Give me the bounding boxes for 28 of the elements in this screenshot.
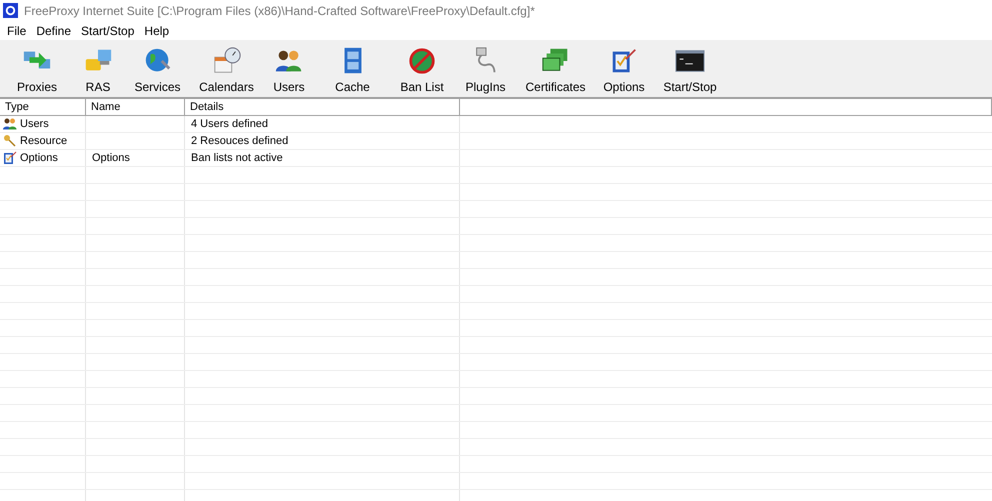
- table-cell: Options: [92, 152, 130, 164]
- key-icon: [2, 133, 18, 149]
- table-cell: Ban lists not active: [191, 152, 283, 164]
- toolbar-button[interactable]: PlugIns: [453, 42, 518, 97]
- toolbar-button[interactable]: Start/Stop: [655, 42, 725, 97]
- menu-item[interactable]: Define: [32, 24, 78, 38]
- toolbar-button[interactable]: Cache: [314, 42, 391, 97]
- clipboard-check-icon: [2, 150, 18, 166]
- toolbar-button[interactable]: Services: [126, 42, 189, 97]
- toolbar-button[interactable]: Certificates: [518, 42, 593, 97]
- toolbar-button[interactable]: Proxies: [4, 42, 70, 97]
- window-title: FreeProxy Internet Suite [C:\Program Files (x86)\Hand-Crafted Software\FreeProxy\Default.cfg]*: [24, 4, 535, 18]
- table-cell: Resource: [20, 135, 68, 147]
- toolbar-button[interactable]: Users: [264, 42, 314, 97]
- menu-item[interactable]: Help: [140, 24, 176, 38]
- table-cell: Options: [20, 152, 58, 164]
- menu-item[interactable]: Start/Stop: [77, 24, 140, 38]
- table-cell: Users: [20, 118, 49, 130]
- toolbar-button[interactable]: Options: [593, 42, 655, 97]
- globe-ban-icon: [407, 46, 437, 76]
- table-cell: 2 Resouces defined: [191, 135, 288, 147]
- toolbar-button[interactable]: Calendars: [189, 42, 264, 97]
- users-icon: [2, 116, 18, 132]
- table-cell: 4 Users defined: [191, 118, 268, 130]
- app-icon: [3, 3, 18, 18]
- toolbar-button[interactable]: Ban List: [391, 42, 453, 97]
- menu-item[interactable]: File: [3, 24, 32, 38]
- toolbar-button[interactable]: RAS: [70, 42, 126, 97]
